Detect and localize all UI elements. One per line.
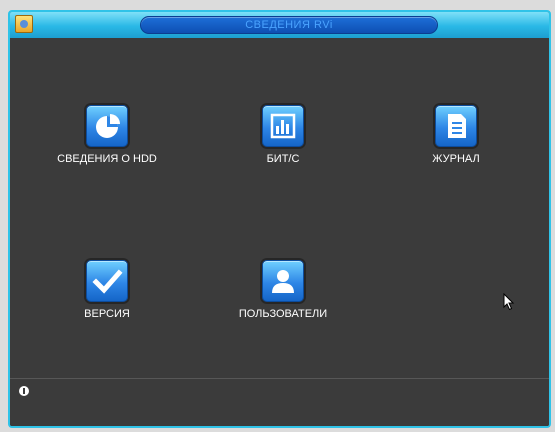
- info-window: СВЕДЕНИЯ RVi СВЕДЕНИЯ О HDD БИТ/С ЖУРНАЛ…: [8, 10, 551, 428]
- mouse-cursor-icon: [503, 292, 515, 316]
- document-icon: [435, 105, 477, 147]
- status-bar: [10, 379, 549, 426]
- users-label: ПОЛЬЗОВАТЕЛИ: [238, 308, 328, 320]
- app-logo-icon: [15, 15, 33, 33]
- bitrate-tile[interactable]: БИТ/С: [198, 105, 368, 165]
- hdd-info-tile[interactable]: СВЕДЕНИЯ О HDD: [22, 105, 192, 165]
- pie-chart-icon: [86, 105, 128, 147]
- bitrate-label: БИТ/С: [266, 153, 300, 165]
- log-tile[interactable]: ЖУРНАЛ: [371, 105, 541, 165]
- version-label: ВЕРСИЯ: [84, 308, 130, 320]
- window-title: СВЕДЕНИЯ RVi: [245, 19, 333, 31]
- user-icon: [262, 260, 304, 302]
- title-bar: СВЕДЕНИЯ RVi: [10, 12, 549, 38]
- log-label: ЖУРНАЛ: [432, 153, 480, 165]
- checkmark-icon: [86, 260, 128, 302]
- info-menu: СВЕДЕНИЯ О HDD БИТ/С ЖУРНАЛ ВЕРСИЯ ПОЛЬЗ…: [10, 38, 549, 378]
- users-tile[interactable]: ПОЛЬЗОВАТЕЛИ: [198, 260, 368, 320]
- title-pill: СВЕДЕНИЯ RVi: [140, 16, 438, 34]
- info-icon: [19, 386, 29, 396]
- hdd-info-label: СВЕДЕНИЯ О HDD: [57, 153, 157, 165]
- bar-chart-icon: [262, 105, 304, 147]
- version-tile[interactable]: ВЕРСИЯ: [22, 260, 192, 320]
